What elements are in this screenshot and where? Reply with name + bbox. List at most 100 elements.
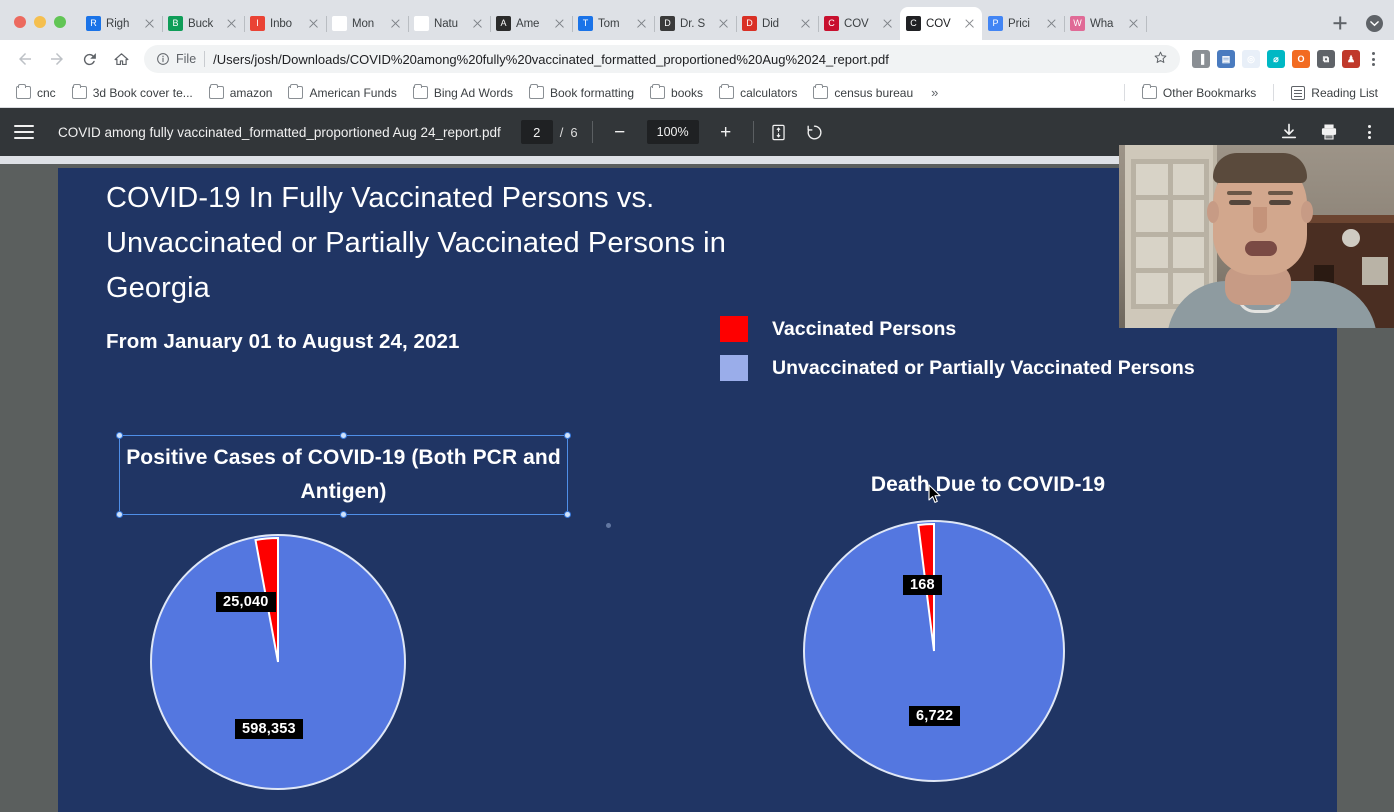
print-icon[interactable] bbox=[1318, 121, 1340, 143]
metrics-extension[interactable]: ▐ bbox=[1192, 50, 1210, 68]
close-tab-icon[interactable] bbox=[1127, 17, 1140, 30]
pdf-more-options-button[interactable] bbox=[1358, 124, 1380, 140]
browser-tab-7[interactable]: D Dr. S bbox=[654, 7, 737, 40]
browser-tab-3[interactable]: M Mon bbox=[326, 7, 409, 40]
bookmark-label: calculators bbox=[740, 85, 798, 100]
bookmark-item-6[interactable]: books bbox=[642, 83, 711, 103]
maximize-window-button[interactable] bbox=[54, 16, 66, 28]
new-tab-button[interactable] bbox=[1326, 9, 1354, 37]
reload-button[interactable] bbox=[74, 44, 104, 74]
tab-search-button[interactable] bbox=[1354, 15, 1394, 40]
browser-tab-2[interactable]: I Inbo bbox=[244, 7, 327, 40]
browser-tab-4[interactable]: N Natu bbox=[408, 7, 491, 40]
browser-tab-8[interactable]: D Did bbox=[736, 7, 819, 40]
fit-page-icon[interactable] bbox=[768, 121, 790, 143]
browser-tab-12[interactable]: W Wha bbox=[1064, 7, 1147, 40]
chart-title-positive-cases[interactable]: Positive Cases of COVID-19 (Both PCR and… bbox=[116, 432, 571, 518]
home-button[interactable] bbox=[106, 44, 136, 74]
target-extension[interactable]: ◎ bbox=[1242, 50, 1260, 68]
bookmarks-overflow-button[interactable]: » bbox=[923, 82, 946, 103]
reading-list-label: Reading List bbox=[1311, 85, 1378, 100]
resize-handle-top-middle[interactable] bbox=[340, 432, 347, 439]
page-info-icon[interactable]: File bbox=[156, 52, 196, 66]
close-tab-icon[interactable] bbox=[143, 17, 156, 30]
video-door-panes bbox=[1131, 159, 1209, 309]
bookmark-item-5[interactable]: Book formatting bbox=[521, 83, 642, 103]
tab-title: COV bbox=[926, 17, 951, 30]
sidebar-toggle-button[interactable] bbox=[14, 125, 34, 139]
reading-list-button[interactable]: Reading List bbox=[1283, 83, 1386, 103]
opera-extension[interactable]: O bbox=[1292, 50, 1310, 68]
download-icon[interactable] bbox=[1278, 121, 1300, 143]
close-tab-icon[interactable] bbox=[881, 17, 894, 30]
bookmark-item-2[interactable]: amazon bbox=[201, 83, 281, 103]
legend-swatch-unvaccinated bbox=[720, 355, 748, 381]
resize-handle-top-left[interactable] bbox=[116, 432, 123, 439]
zoom-in-button[interactable]: + bbox=[713, 119, 739, 145]
bookmark-item-7[interactable]: calculators bbox=[711, 83, 805, 103]
resize-handle-bottom-middle[interactable] bbox=[340, 511, 347, 518]
tab-title: Did bbox=[762, 17, 779, 30]
data-label-unvaccinated-deaths: 6,722 bbox=[909, 706, 961, 726]
browser-tab-6[interactable]: T Tom bbox=[572, 7, 655, 40]
close-tab-icon[interactable] bbox=[717, 17, 730, 30]
presenter-video-overlay[interactable] bbox=[1119, 145, 1394, 328]
folder-icon bbox=[650, 84, 666, 99]
teal-extension[interactable]: ⌀ bbox=[1267, 50, 1285, 68]
address-bar[interactable]: File /Users/josh/Downloads/COVID%20among… bbox=[144, 45, 1180, 73]
close-tab-icon[interactable] bbox=[963, 17, 976, 30]
rotate-icon[interactable] bbox=[804, 121, 826, 143]
bookmark-item-1[interactable]: 3d Book cover te... bbox=[64, 83, 201, 103]
zoom-out-button[interactable]: − bbox=[607, 119, 633, 145]
close-tab-icon[interactable] bbox=[307, 17, 320, 30]
resize-handle-bottom-right[interactable] bbox=[564, 511, 571, 518]
bookmark-item-0[interactable]: cnc bbox=[8, 83, 64, 103]
window-traffic-lights bbox=[8, 16, 80, 40]
zoom-level-input[interactable] bbox=[646, 120, 699, 144]
browser-tab-5[interactable]: A Ame bbox=[490, 7, 573, 40]
close-tab-icon[interactable] bbox=[1045, 17, 1058, 30]
page-number-input[interactable] bbox=[520, 120, 553, 144]
minimize-window-button[interactable] bbox=[34, 16, 46, 28]
close-tab-icon[interactable] bbox=[553, 17, 566, 30]
back-button[interactable] bbox=[10, 44, 40, 74]
pie-chart-deaths[interactable]: 168 6,722 bbox=[803, 520, 1198, 782]
browser-tab-1[interactable]: B Buck bbox=[162, 7, 245, 40]
browser-tab-0[interactable]: R Righ bbox=[80, 7, 163, 40]
browser-tab-9[interactable]: C COV bbox=[818, 7, 901, 40]
resize-handle-top-right[interactable] bbox=[564, 432, 571, 439]
bookmark-item-8[interactable]: census bureau bbox=[805, 83, 921, 103]
browser-tab-11[interactable]: P Prici bbox=[982, 7, 1065, 40]
data-label-vaccinated-cases: 25,040 bbox=[216, 592, 276, 612]
profile-avatar[interactable]: ♟ bbox=[1342, 50, 1360, 68]
pie-chart-positive-cases[interactable]: 25,040 598,353 bbox=[150, 534, 575, 790]
bookmark-item-3[interactable]: American Funds bbox=[280, 83, 404, 103]
pdf-extension[interactable]: ▤ bbox=[1217, 50, 1235, 68]
close-window-button[interactable] bbox=[14, 16, 26, 28]
page-separator: / bbox=[559, 124, 564, 140]
tab-divider bbox=[1146, 16, 1147, 32]
extension-icons: ▐ ▤ ◎ ⌀ O ⧉ ♟ bbox=[1188, 50, 1360, 68]
resize-handle-bottom-left[interactable] bbox=[116, 511, 123, 518]
other-bookmarks-button[interactable]: Other Bookmarks bbox=[1134, 83, 1264, 103]
puzzle-extension[interactable]: ⧉ bbox=[1317, 50, 1335, 68]
close-tab-icon[interactable] bbox=[225, 17, 238, 30]
folder-icon bbox=[288, 84, 304, 99]
pie-graphic bbox=[150, 534, 406, 790]
folder-icon bbox=[16, 84, 31, 99]
legend-label-unvaccinated: Unvaccinated or Partially Vaccinated Per… bbox=[772, 356, 1195, 379]
video-person-eye-right bbox=[1269, 200, 1291, 205]
chart-deaths[interactable]: Death Due to COVID-19 168 6,722 bbox=[778, 468, 1198, 782]
close-tab-icon[interactable] bbox=[471, 17, 484, 30]
close-tab-icon[interactable] bbox=[799, 17, 812, 30]
chrome-menu-button[interactable] bbox=[1362, 51, 1384, 67]
browser-tab-10[interactable]: C COV bbox=[900, 7, 982, 40]
chart-title-deaths[interactable]: Death Due to COVID-19 bbox=[778, 468, 1198, 502]
close-tab-icon[interactable] bbox=[635, 17, 648, 30]
bookmark-item-4[interactable]: Bing Ad Words bbox=[405, 83, 521, 103]
divider bbox=[1273, 84, 1275, 101]
chart-positive-cases[interactable]: Positive Cases of COVID-19 (Both PCR and… bbox=[116, 432, 575, 790]
forward-button[interactable] bbox=[42, 44, 72, 74]
close-tab-icon[interactable] bbox=[389, 17, 402, 30]
bookmark-star-icon[interactable] bbox=[1145, 50, 1168, 68]
